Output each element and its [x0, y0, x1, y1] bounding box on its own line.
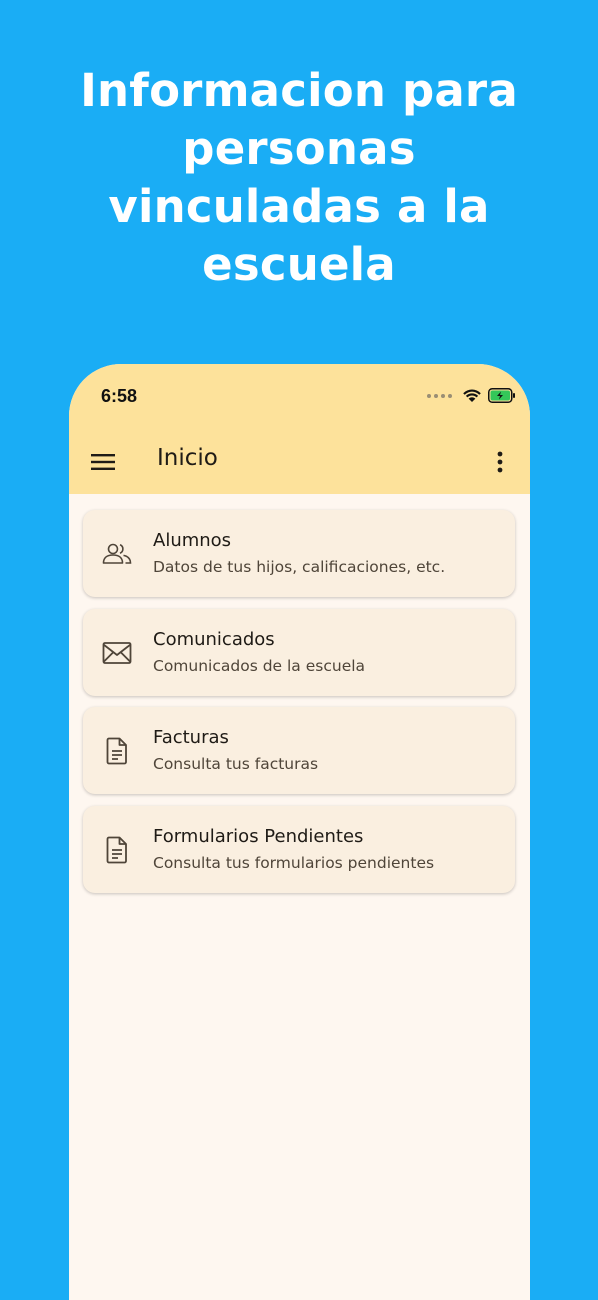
- document-icon: [101, 834, 133, 866]
- card-facturas[interactable]: Facturas Consulta tus facturas: [83, 707, 515, 794]
- card-subtitle: Comunicados de la escuela: [153, 656, 366, 675]
- phone-screen: 6:58 Inicio Alumnos Datos de tus hijos, …: [69, 364, 530, 1300]
- battery-icon: [488, 388, 515, 403]
- document-icon: [101, 735, 133, 767]
- menu-button[interactable]: [89, 448, 117, 476]
- signal-icon: [427, 393, 452, 398]
- more-options-button[interactable]: [488, 448, 512, 476]
- app-title: Inicio: [157, 445, 218, 471]
- card-title: Formularios Pendientes: [153, 825, 364, 847]
- card-formularios-pendientes[interactable]: Formularios Pendientes Consulta tus form…: [83, 805, 515, 893]
- card-title: Alumnos: [153, 530, 232, 551]
- wifi-icon: [463, 389, 481, 402]
- card-alumnos[interactable]: Alumnos Datos de tus hijos, calificacion…: [83, 510, 515, 597]
- headline-line: vinculadas a la: [108, 180, 490, 233]
- headline-line: personas: [182, 122, 416, 175]
- card-list: Alumnos Datos de tus hijos, calificacion…: [83, 510, 515, 904]
- card-title: Facturas: [153, 727, 229, 748]
- card-title: Comunicados: [153, 628, 275, 650]
- headline-line: Informacion para: [80, 64, 518, 117]
- card-subtitle: Consulta tus facturas: [153, 755, 319, 773]
- status-icons: [427, 388, 516, 403]
- card-comunicados[interactable]: Comunicados Comunicados de la escuela: [83, 608, 515, 696]
- more-vertical-icon: [497, 451, 503, 473]
- status-bar: 6:58: [69, 364, 530, 430]
- mail-icon: [101, 637, 133, 669]
- card-subtitle: Consulta tus formularios pendientes: [153, 853, 435, 872]
- app-bar: Inicio: [69, 430, 530, 494]
- hamburger-menu-icon: [91, 454, 115, 470]
- card-subtitle: Datos de tus hijos, calificaciones, etc.: [153, 558, 446, 576]
- status-time: 6:58: [101, 386, 138, 406]
- headline: Informacion para personas vinculadas a l…: [0, 62, 598, 294]
- headline-line: escuela: [202, 238, 396, 291]
- people-icon: [101, 538, 133, 570]
